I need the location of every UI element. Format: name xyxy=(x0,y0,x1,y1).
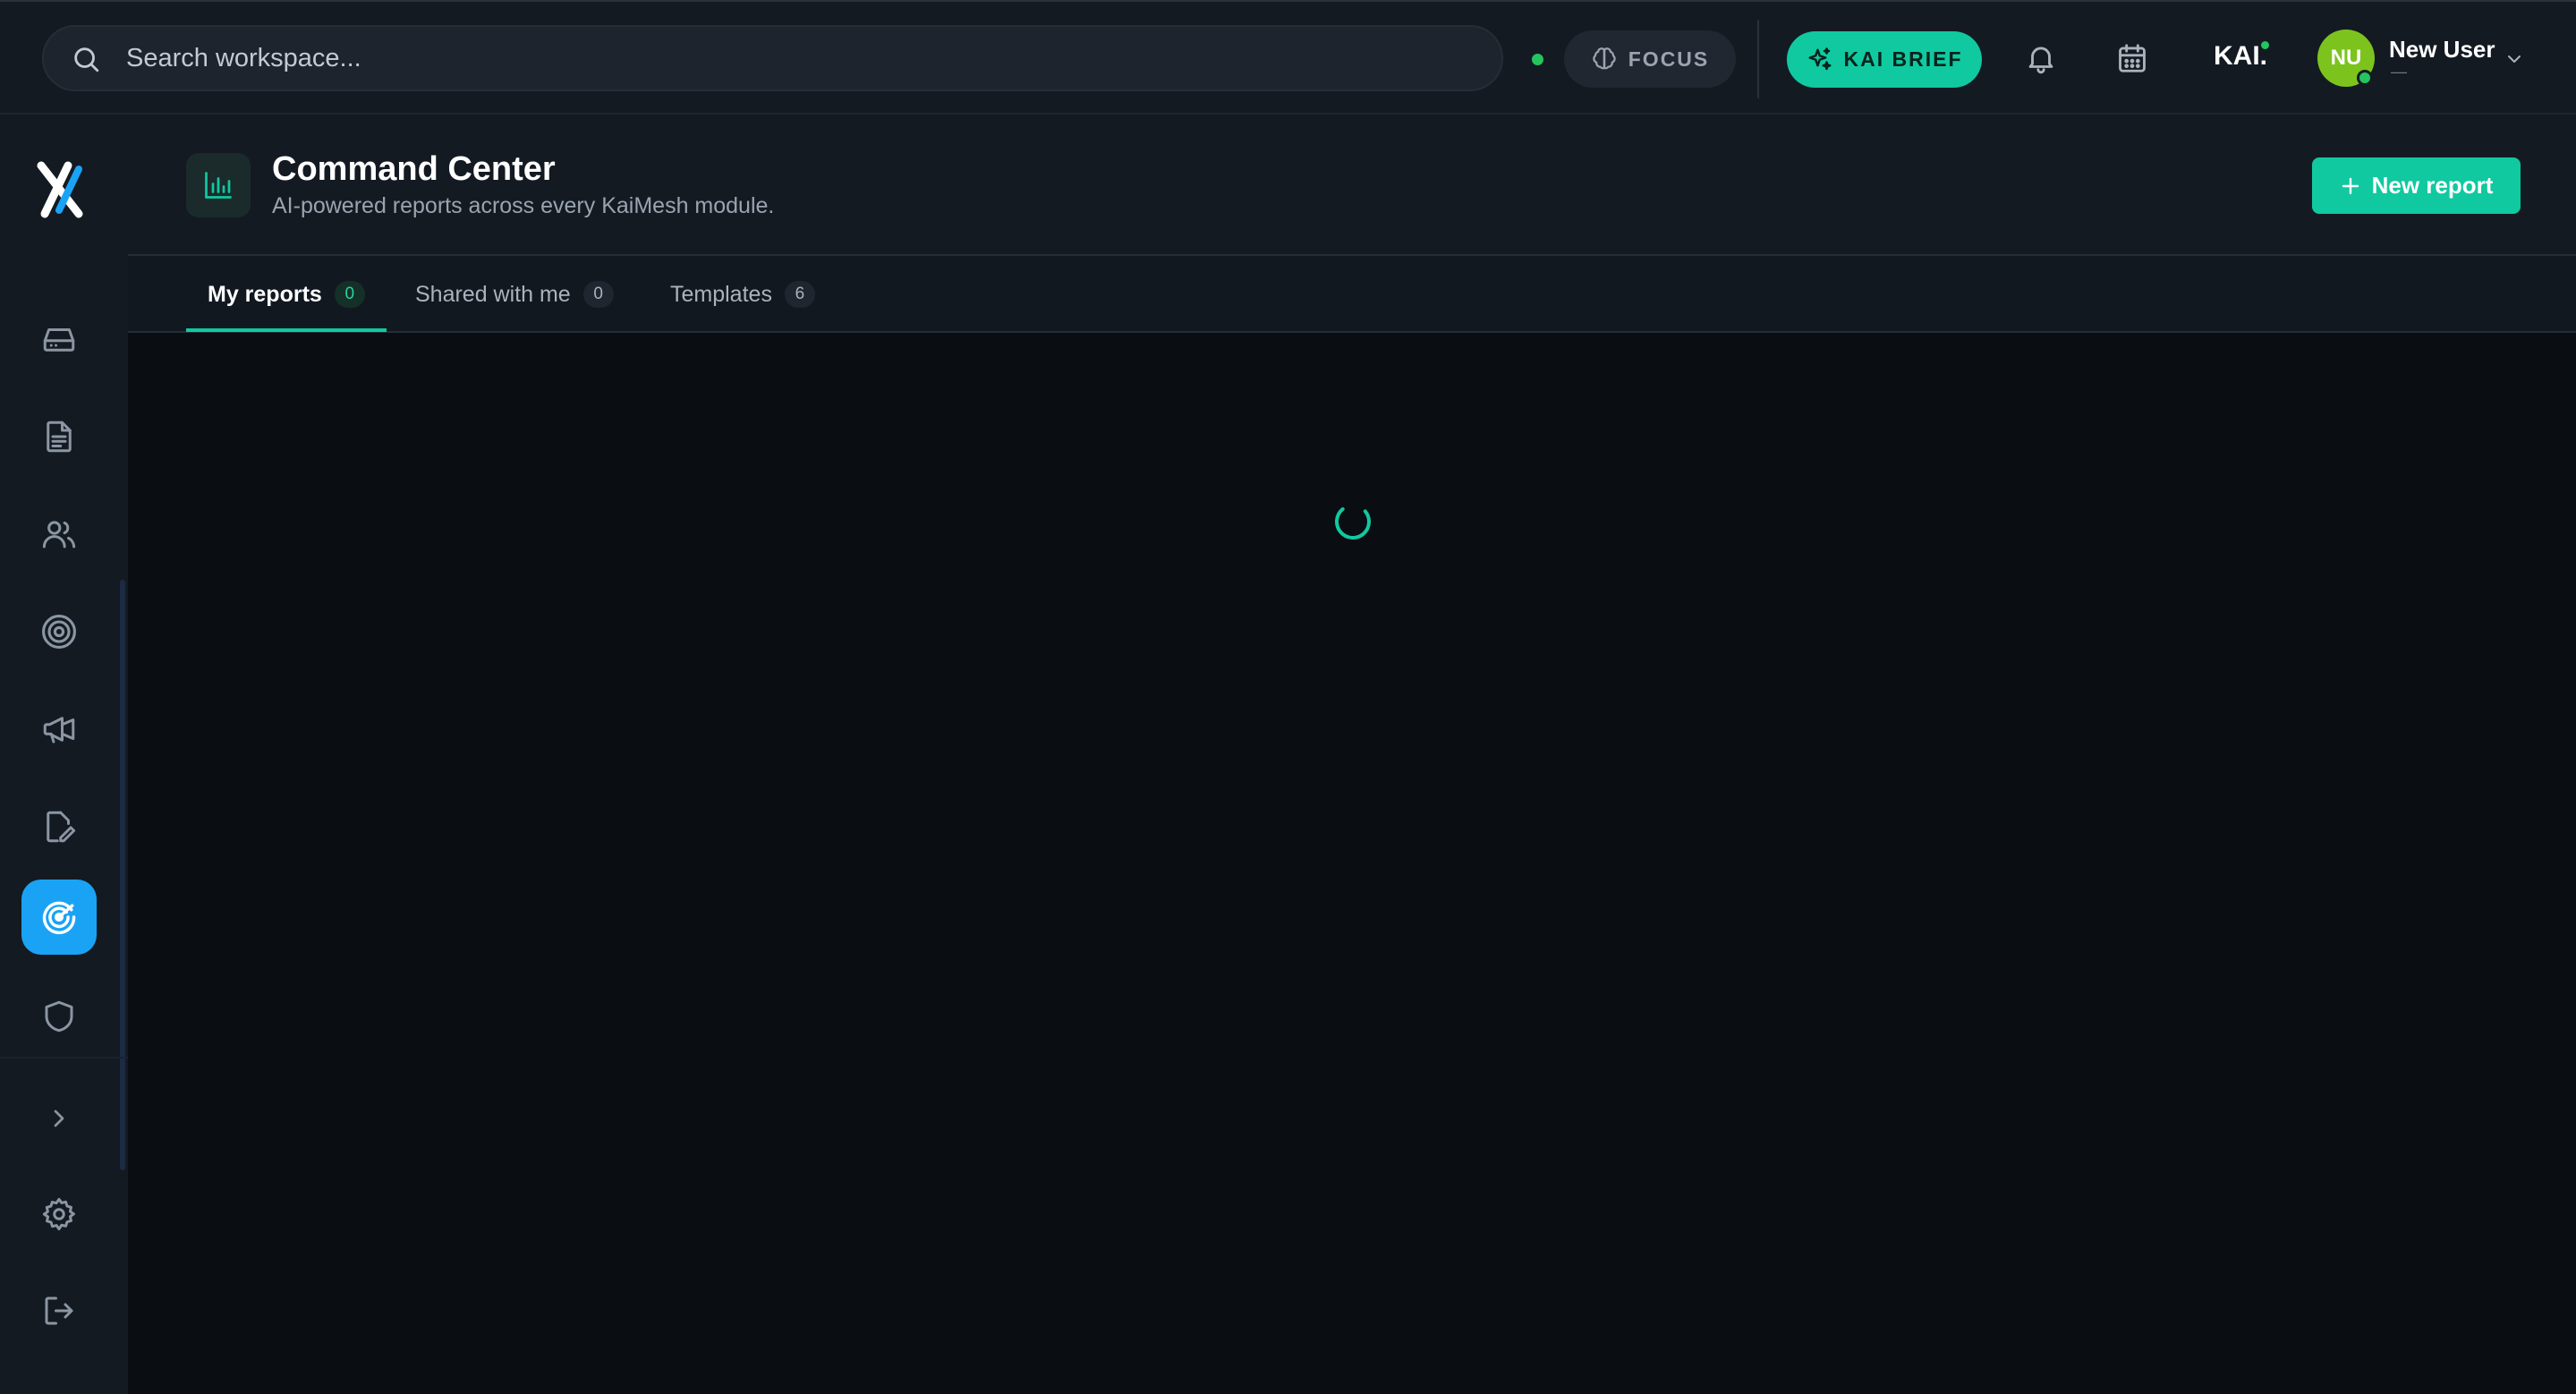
tab-label: Shared with me xyxy=(415,281,571,307)
tab-label: Templates xyxy=(670,281,772,307)
calendar-icon[interactable] xyxy=(2115,41,2149,75)
tab-count-badge: 0 xyxy=(334,281,365,308)
logout-icon xyxy=(40,1292,78,1330)
megaphone-icon xyxy=(40,710,78,748)
sidebar-item-security[interactable] xyxy=(21,979,97,1054)
top-bar: FOCUS KAI BRIEF KAI. NU New User — xyxy=(0,0,2576,115)
kai-status-dot xyxy=(2261,41,2269,49)
plus-icon xyxy=(2340,175,2361,197)
chevron-right-icon xyxy=(45,1104,73,1133)
search-icon xyxy=(71,44,101,74)
sidebar-item-goals[interactable] xyxy=(21,594,97,669)
reports-content xyxy=(128,333,2576,1394)
kai-logo[interactable]: KAI. xyxy=(2214,41,2267,72)
tab-count-badge: 0 xyxy=(582,281,614,308)
kai-brief-label: KAI BRIEF xyxy=(1843,47,1963,71)
sidebar-logout-button[interactable] xyxy=(21,1273,97,1348)
sidebar-scrollbar[interactable] xyxy=(120,580,125,1170)
brain-icon xyxy=(1591,46,1618,72)
sidebar-item-command-center[interactable] xyxy=(21,880,97,955)
topbar-divider xyxy=(1757,20,1759,98)
online-status-dot xyxy=(2357,70,2373,86)
inbox-icon xyxy=(40,320,78,358)
user-name[interactable]: New User xyxy=(2389,36,2495,64)
sidebar-expand-button[interactable] xyxy=(21,1081,97,1156)
kai-brief-button[interactable]: KAI BRIEF xyxy=(1787,31,1982,88)
user-role: — xyxy=(2391,63,2407,81)
chevron-down-icon[interactable] xyxy=(2504,48,2525,70)
report-tabs: My reports 0 Shared with me 0 Templates … xyxy=(128,256,2576,333)
tab-label: My reports xyxy=(208,281,322,307)
tab-my-reports[interactable]: My reports 0 xyxy=(208,256,365,333)
active-tab-indicator xyxy=(186,328,387,332)
avatar-initials: NU xyxy=(2330,46,2362,70)
page-title: Command Center xyxy=(272,150,556,188)
search-input[interactable] xyxy=(126,27,1468,89)
tab-templates[interactable]: Templates 6 xyxy=(670,256,815,333)
sidebar-settings-button[interactable] xyxy=(21,1177,97,1252)
radar-icon xyxy=(39,897,79,937)
sidebar-item-inbox[interactable] xyxy=(21,302,97,377)
gear-icon xyxy=(40,1195,78,1233)
search-bar[interactable] xyxy=(42,25,1503,91)
new-report-button[interactable]: New report xyxy=(2312,157,2521,214)
bar-chart-icon xyxy=(186,153,251,217)
sidebar-item-documents[interactable] xyxy=(21,399,97,474)
focus-label: FOCUS xyxy=(1628,47,1710,71)
target-icon xyxy=(39,612,79,651)
sidebar-divider xyxy=(0,1057,128,1058)
edit-document-icon xyxy=(40,808,78,846)
sparkles-icon xyxy=(1807,47,1833,73)
page-header: Command Center AI-powered reports across… xyxy=(128,115,2576,256)
sidebar-item-people[interactable] xyxy=(21,497,97,572)
loading-spinner-icon xyxy=(1331,500,1374,543)
users-icon xyxy=(40,515,78,553)
sidebar-item-editor[interactable] xyxy=(21,789,97,864)
notifications-bell-icon[interactable] xyxy=(2024,41,2058,75)
connection-status-dot xyxy=(1532,54,1543,65)
document-icon xyxy=(40,418,78,455)
page-subtitle: AI-powered reports across every KaiMesh … xyxy=(272,193,775,218)
shield-icon xyxy=(40,998,78,1035)
new-report-label: New report xyxy=(2371,172,2494,199)
kaimesh-logo-icon[interactable] xyxy=(32,158,91,221)
tab-shared-with-me[interactable]: Shared with me 0 xyxy=(415,256,614,333)
sidebar-item-campaigns[interactable] xyxy=(21,692,97,767)
tab-count-badge: 6 xyxy=(784,281,815,308)
focus-button[interactable]: FOCUS xyxy=(1564,30,1736,88)
sidebar xyxy=(0,115,128,1394)
